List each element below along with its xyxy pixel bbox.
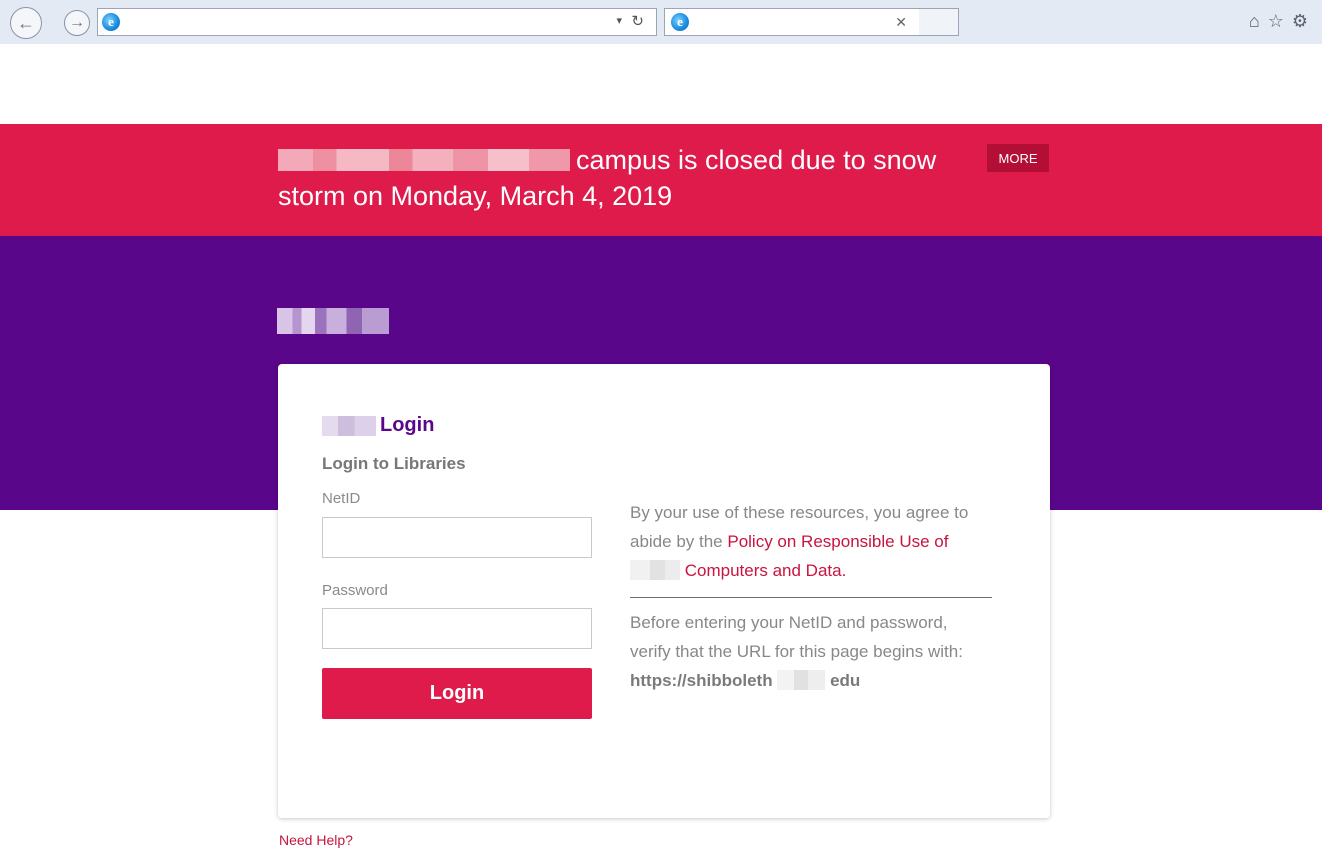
alert-banner: campus is closed due to snow storm on Mo… xyxy=(0,124,1322,236)
address-bar[interactable]: e ▾ ↻ xyxy=(97,8,657,36)
university-logo[interactable] xyxy=(277,308,389,334)
verify-notice: Before entering your NetID and password,… xyxy=(630,608,992,695)
browser-icons: ⌂ ☆ ⚙ xyxy=(1249,10,1308,32)
alert-message: campus is closed due to snow storm on Mo… xyxy=(278,142,958,214)
login-button[interactable]: Login xyxy=(322,668,592,719)
dropdown-icon[interactable]: ▾ xyxy=(616,14,622,27)
browser-toolbar: ← → e ▾ ↻ e ✕ ⌂ ☆ ⚙ xyxy=(0,0,1322,44)
login-title-text: Login xyxy=(380,414,435,436)
refresh-icon[interactable]: ↻ xyxy=(631,12,644,30)
new-tab-button[interactable] xyxy=(919,8,959,36)
ie-icon: e xyxy=(671,13,689,31)
shibboleth-url: https://shibboleth edu xyxy=(630,670,861,690)
policy-end: . xyxy=(841,561,847,580)
url-end: edu xyxy=(830,671,861,690)
star-icon[interactable]: ☆ xyxy=(1268,10,1284,32)
divider xyxy=(630,597,992,598)
more-button[interactable]: MORE xyxy=(987,144,1049,172)
gear-icon[interactable]: ⚙ xyxy=(1292,10,1308,32)
password-label: Password xyxy=(322,582,388,599)
forward-icon[interactable]: → xyxy=(64,10,90,36)
browser-tab[interactable]: e ✕ xyxy=(664,8,920,36)
netid-label: NetID xyxy=(322,490,361,507)
url-start: https://shibboleth xyxy=(630,671,773,690)
netid-input[interactable] xyxy=(322,517,592,558)
close-icon[interactable]: ✕ xyxy=(895,14,907,31)
home-icon[interactable]: ⌂ xyxy=(1249,10,1260,32)
need-help-link[interactable]: Need Help? xyxy=(279,832,353,848)
ie-icon: e xyxy=(102,13,120,31)
redacted-text xyxy=(278,149,570,171)
verify-text: Before entering your NetID and password,… xyxy=(630,613,963,661)
login-subtitle: Login to Libraries xyxy=(322,454,466,473)
redacted-text xyxy=(630,560,680,580)
info-column: By your use of these resources, you agre… xyxy=(630,498,992,695)
policy-notice: By your use of these resources, you agre… xyxy=(630,498,992,585)
redacted-text xyxy=(777,670,826,690)
login-card: Login Login to Libraries NetID Password … xyxy=(278,364,1050,818)
policy-link-part2: Computers and Data xyxy=(684,561,842,580)
policy-link-part1: Policy on Responsible Use of xyxy=(727,532,949,551)
back-icon[interactable]: ← xyxy=(10,7,42,39)
password-input[interactable] xyxy=(322,608,592,649)
address-input[interactable] xyxy=(126,9,596,35)
redacted-text xyxy=(322,415,376,436)
login-title: Login xyxy=(322,414,434,437)
